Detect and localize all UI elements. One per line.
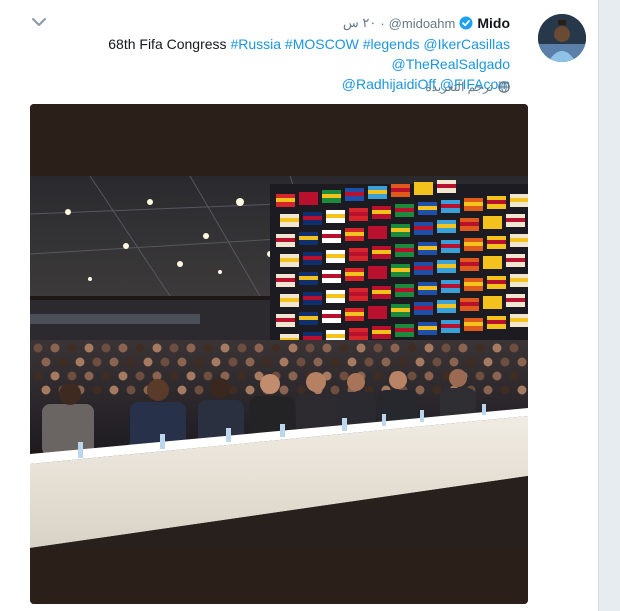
header-dot: · [380, 15, 385, 31]
mention-radhijaidioff[interactable]: @RadhijaidiOff [342, 76, 436, 92]
mention-therealsalgado[interactable]: @TheRealSalgado [391, 56, 510, 72]
translate-label: ترجم التغريدة [425, 80, 493, 94]
hashtag-legends[interactable]: #legends [363, 36, 420, 52]
globe-icon [498, 81, 510, 93]
avatar-image [538, 14, 586, 62]
hashtag-russia[interactable]: #Russia [230, 36, 281, 52]
hashtag-moscow[interactable]: #MOSCOW [285, 36, 359, 52]
author-name[interactable]: Mido [477, 15, 510, 31]
page-background [599, 0, 620, 611]
mention-ikercasillas[interactable]: @IkerCasillas [423, 36, 510, 52]
congress-photo [30, 104, 528, 604]
author-handle[interactable]: @midoahm [389, 16, 456, 31]
tweet-timestamp[interactable]: ٢٠ س [343, 15, 376, 31]
author-avatar[interactable] [538, 14, 586, 62]
tweet-header: ٢٠ س · @midoahm Mido [343, 15, 510, 31]
translate-tweet-link[interactable]: ترجم التغريدة [425, 80, 510, 94]
chevron-down-icon[interactable] [30, 15, 48, 29]
tweet-text-plain: 68th Fifa Congress [108, 36, 227, 52]
tweet-card: ٢٠ س · @midoahm Mido 68th Fifa Congress … [0, 0, 599, 611]
tweet-photo[interactable] [30, 104, 528, 604]
verified-badge-icon [459, 16, 473, 30]
